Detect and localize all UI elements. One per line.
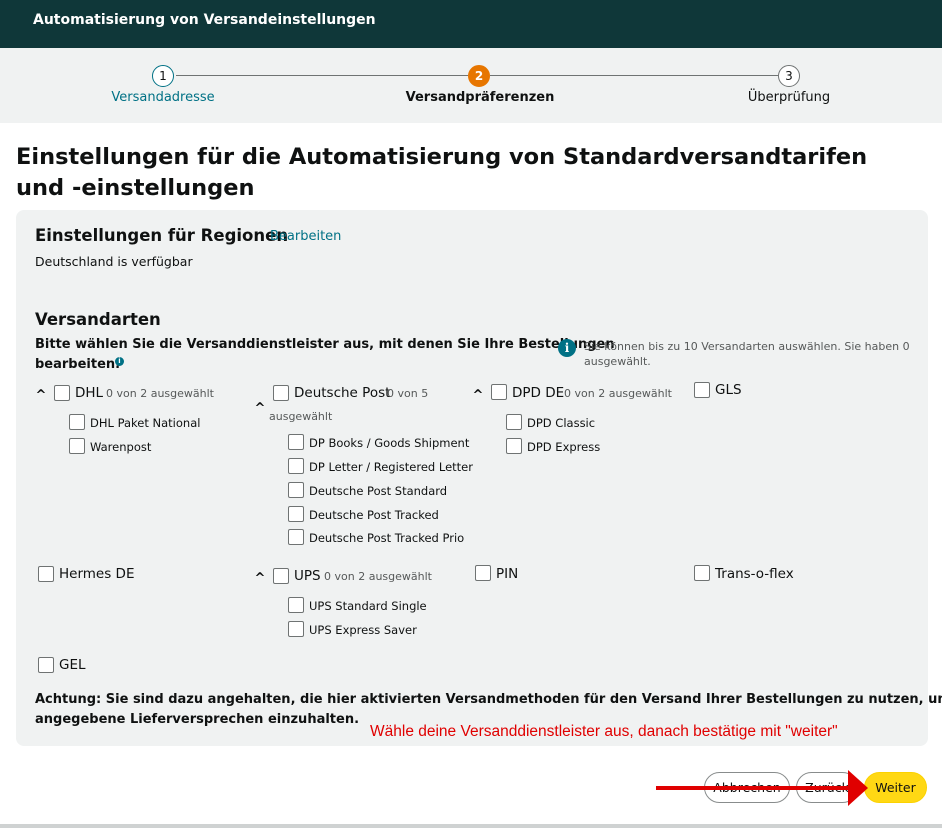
- shipping-instruction: Bitte wählen Sie die Versanddienstleiste…: [35, 337, 615, 352]
- ups-standard-single-checkbox[interactable]: [288, 597, 304, 613]
- deutsche-post-label: Deutsche Post: [294, 385, 391, 401]
- dhl-paket-national-label: DHL Paket National: [90, 416, 201, 430]
- dp-tracked-checkbox[interactable]: [288, 506, 304, 522]
- page-title: Einstellungen für die Automatisierung vo…: [16, 144, 868, 201]
- gls-checkbox[interactable]: [694, 382, 710, 398]
- dp-books-goods-label: DP Books / Goods Shipment: [309, 436, 470, 450]
- dpd-count: 0 von 2 ausgewählt: [564, 387, 672, 400]
- info-icon[interactable]: i: [115, 357, 124, 366]
- dhl-checkbox[interactable]: [54, 385, 70, 401]
- shipping-instruction-line2: bearbeiten.: [35, 357, 121, 372]
- settings-panel: [16, 210, 928, 746]
- dpd-classic-checkbox[interactable]: [506, 414, 522, 430]
- dhl-label: DHL: [75, 385, 104, 401]
- progress-stepper: 1 Versandadresse 2 Versandpräferenzen 3 …: [0, 48, 942, 123]
- notice-text-line2: angegebene Lieferversprechen einzuhalten…: [35, 712, 360, 727]
- gel-label: GEL: [59, 657, 86, 673]
- info-icon: i: [558, 339, 576, 357]
- regions-heading: Einstellungen für Regionen: [35, 226, 289, 245]
- notice-text: Achtung: Sie sind dazu angehalten, die h…: [35, 692, 942, 707]
- trans-o-flex-label: Trans-o-flex: [715, 566, 794, 582]
- deutsche-post-count-line2: ausgewählt: [269, 410, 333, 423]
- annotation-text: Wähle deine Versanddienstleister aus, da…: [370, 723, 838, 740]
- shipping-heading: Versandarten: [35, 310, 161, 329]
- hermes-label: Hermes DE: [59, 566, 135, 582]
- step-3-label: Überprüfung: [747, 90, 831, 105]
- step-2-circle: 2: [468, 65, 490, 87]
- deutsche-post-count: 0 von 5: [387, 387, 429, 400]
- dp-standard-label: Deutsche Post Standard: [309, 484, 448, 498]
- ups-checkbox[interactable]: [273, 568, 289, 584]
- selection-limit-note: Sie können bis zu 10 Versandarten auswäh…: [584, 340, 910, 353]
- next-button[interactable]: Weiter: [864, 772, 927, 803]
- dpd-checkbox[interactable]: [491, 384, 507, 400]
- dhl-paket-national-checkbox[interactable]: [69, 414, 85, 430]
- ups-express-saver-label: UPS Express Saver: [309, 623, 417, 637]
- gel-checkbox[interactable]: [38, 657, 54, 673]
- dpd-label: DPD DE: [512, 385, 565, 401]
- dp-standard-checkbox[interactable]: [288, 482, 304, 498]
- dp-letter-registered-label: DP Letter / Registered Letter: [309, 460, 473, 474]
- ups-collapse-chevron-icon[interactable]: ^: [253, 572, 267, 586]
- pin-checkbox[interactable]: [475, 565, 491, 581]
- ups-standard-single-label: UPS Standard Single: [309, 599, 427, 613]
- warenpost-label: Warenpost: [90, 440, 152, 454]
- annotation-arrow: [656, 786, 852, 790]
- gls-label: GLS: [715, 382, 742, 398]
- ups-express-saver-checkbox[interactable]: [288, 621, 304, 637]
- dhl-count: 0 von 2 ausgewählt: [106, 387, 214, 400]
- annotation-arrow-head-icon: [848, 770, 868, 806]
- ups-label: UPS: [294, 568, 321, 584]
- dp-letter-registered-checkbox[interactable]: [288, 458, 304, 474]
- warenpost-checkbox[interactable]: [69, 438, 85, 454]
- dpd-classic-label: DPD Classic: [527, 416, 596, 430]
- step-connector: [490, 75, 778, 76]
- regions-status: Deutschland is verfügbar: [35, 254, 193, 269]
- step-connector: [176, 75, 468, 76]
- regions-edit-link[interactable]: Bearbeiten: [270, 229, 341, 244]
- deutsche-post-checkbox[interactable]: [273, 385, 289, 401]
- dp-tracked-label: Deutsche Post Tracked: [309, 508, 439, 522]
- dp-books-goods-checkbox[interactable]: [288, 434, 304, 450]
- dp-tracked-prio-label: Deutsche Post Tracked Prio: [309, 531, 465, 545]
- ups-count: 0 von 2 ausgewählt: [324, 570, 432, 583]
- dpd-collapse-chevron-icon[interactable]: ^: [471, 389, 485, 403]
- dpd-express-label: DPD Express: [527, 440, 601, 454]
- trans-o-flex-checkbox[interactable]: [694, 565, 710, 581]
- header-title: Automatisierung von Versandeinstellungen: [33, 12, 376, 28]
- deutsche-post-collapse-chevron-icon[interactable]: ^: [253, 402, 267, 416]
- step-3-circle: 3: [778, 65, 800, 87]
- selection-limit-note-line2: ausgewählt.: [584, 355, 651, 368]
- dpd-express-checkbox[interactable]: [506, 438, 522, 454]
- header-bar: Automatisierung von Versandeinstellungen: [0, 0, 942, 48]
- step-1-label[interactable]: Versandadresse: [111, 90, 214, 105]
- dp-tracked-prio-checkbox[interactable]: [288, 529, 304, 545]
- hermes-checkbox[interactable]: [38, 566, 54, 582]
- step-1-circle[interactable]: 1: [152, 65, 174, 87]
- dhl-collapse-chevron-icon[interactable]: ^: [34, 389, 48, 403]
- pin-label: PIN: [496, 566, 519, 582]
- step-2-label: Versandpräferenzen: [405, 90, 555, 105]
- bottom-divider: [0, 824, 942, 828]
